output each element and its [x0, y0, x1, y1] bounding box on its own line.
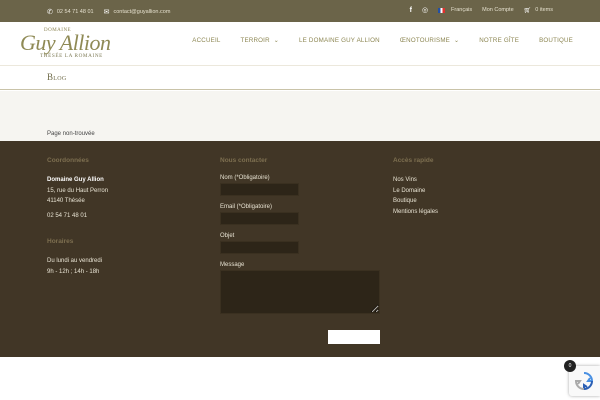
hours-line2: 9h - 12h ; 14h - 18h [47, 268, 100, 275]
nav-label: TERROIR [240, 37, 270, 44]
cart-link[interactable]: 🛒︎ 0 items [524, 7, 553, 14]
nav-item-gite[interactable]: NOTRE GÎTE [479, 37, 519, 44]
nav-label: NOTRE GÎTE [479, 37, 520, 44]
nav-label: BOUTIQUE [539, 37, 573, 44]
logo-line3: THÉSÉE LA ROMAINE [40, 53, 103, 59]
top-bar: ✆ 02 54 71 48 01 ✉ contact@guyallion.com… [0, 0, 600, 22]
footer-contact-form: Nous contacter Nom (*Obligatoire) Email … [220, 157, 390, 357]
language-switch[interactable]: Français [438, 7, 472, 13]
language-label: Français [451, 7, 473, 13]
contact-heading: Nous contacter [220, 157, 268, 164]
name-label: Nom (*Obligatoire) [220, 175, 270, 181]
nav-label: LE DOMAINE GUY ALLION [299, 37, 380, 44]
top-actions: f ◎ Français Mon Compte 🛒︎ 0 items [410, 6, 553, 15]
hours-heading: Horaires [47, 238, 74, 245]
email-field[interactable] [220, 212, 299, 225]
address-line1: 15, rue du Haut Perron [47, 187, 109, 194]
cart-count: 0 items [535, 7, 553, 13]
mail-icon: ✉ [103, 9, 110, 16]
link-mentions-legales[interactable]: Mentions légales [393, 207, 543, 218]
footer-quick-links: Accès rapide Nos Vins Le Domaine Boutiqu… [393, 157, 543, 217]
cart-icon: 🛒︎ [523, 7, 532, 14]
address-block: Domaine Guy Allion 15, rue du Haut Perro… [47, 175, 197, 221]
link-nos-vins[interactable]: Nos Vins [393, 175, 543, 186]
french-flag-icon [438, 7, 446, 13]
nav-label: ACCUEIL [192, 37, 221, 44]
chevron-down-icon: ⌄ [454, 38, 460, 44]
link-boutique[interactable]: Boutique [393, 196, 543, 207]
top-email-text: contact@guyallion.com [113, 9, 171, 15]
message-label: Message [220, 262, 245, 268]
link-le-domaine[interactable]: Le Domaine [393, 186, 543, 197]
quick-links-heading: Accès rapide [393, 157, 434, 164]
instagram-icon[interactable]: ◎ [422, 6, 428, 14]
nav-item-accueil[interactable]: ACCUEIL [192, 37, 220, 44]
account-link[interactable]: Mon Compte [482, 7, 514, 13]
email-label: Email (*Obligatoire) [220, 204, 273, 210]
main-nav: ACCUEIL TERROIR ⌄ LE DOMAINE GUY ALLION Œ… [192, 37, 573, 44]
site-header: DOMAINE Guy Allion THÉSÉE LA ROMAINE ACC… [0, 22, 600, 66]
recaptcha-icon [574, 372, 594, 391]
nav-item-terroir[interactable]: TERROIR ⌄ [241, 37, 279, 44]
top-phone[interactable]: ✆ 02 54 71 48 01 [47, 8, 94, 16]
hours-block: Du lundi au vendredi 9h - 12h ; 14h - 18… [47, 256, 197, 277]
name-field[interactable] [220, 183, 299, 196]
top-email[interactable]: ✉ contact@guyallion.com [104, 8, 171, 16]
top-contact: ✆ 02 54 71 48 01 ✉ contact@guyallion.com [47, 8, 170, 16]
site-logo[interactable]: DOMAINE Guy Allion THÉSÉE LA ROMAINE [20, 26, 136, 62]
page-title-bar: Blog [0, 66, 600, 90]
facebook-icon[interactable]: f [410, 7, 412, 14]
quick-links-list: Nos Vins Le Domaine Boutique Mentions lé… [393, 175, 543, 217]
nav-item-domaine[interactable]: LE DOMAINE GUY ALLION [299, 37, 380, 44]
nav-label: ŒNOTOURISME [399, 37, 451, 44]
hours-line1: Du lundi au vendredi [47, 258, 103, 264]
nav-item-oenotourisme[interactable]: ŒNOTOURISME ⌄ [400, 37, 459, 44]
top-phone-text: 02 54 71 48 01 [56, 9, 94, 15]
coords-heading: Coordonnées [47, 157, 89, 164]
footer-phone[interactable]: 02 54 71 48 01 [47, 211, 197, 222]
phone-icon: ✆ [47, 9, 53, 16]
subject-label: Objet [220, 233, 235, 239]
not-found-message: Page non-trouvée [47, 131, 95, 137]
footer-coordinates: Coordonnées Domaine Guy Allion 15, rue d… [47, 157, 197, 277]
subject-field[interactable] [220, 241, 299, 254]
address-line2: 41140 Thésée [47, 198, 85, 204]
message-field[interactable] [220, 270, 380, 314]
main-content: Page non-trouvée [0, 91, 600, 141]
floating-cart-count[interactable]: 0 [564, 360, 576, 372]
company-name: Domaine Guy Allion [47, 177, 104, 183]
nav-item-boutique[interactable]: BOUTIQUE [539, 37, 573, 44]
site-footer: Coordonnées Domaine Guy Allion 15, rue d… [0, 141, 600, 357]
page-bottom [0, 357, 600, 400]
chevron-down-icon: ⌄ [273, 38, 280, 44]
page-title: Blog [47, 72, 67, 82]
submit-button[interactable] [328, 330, 380, 344]
